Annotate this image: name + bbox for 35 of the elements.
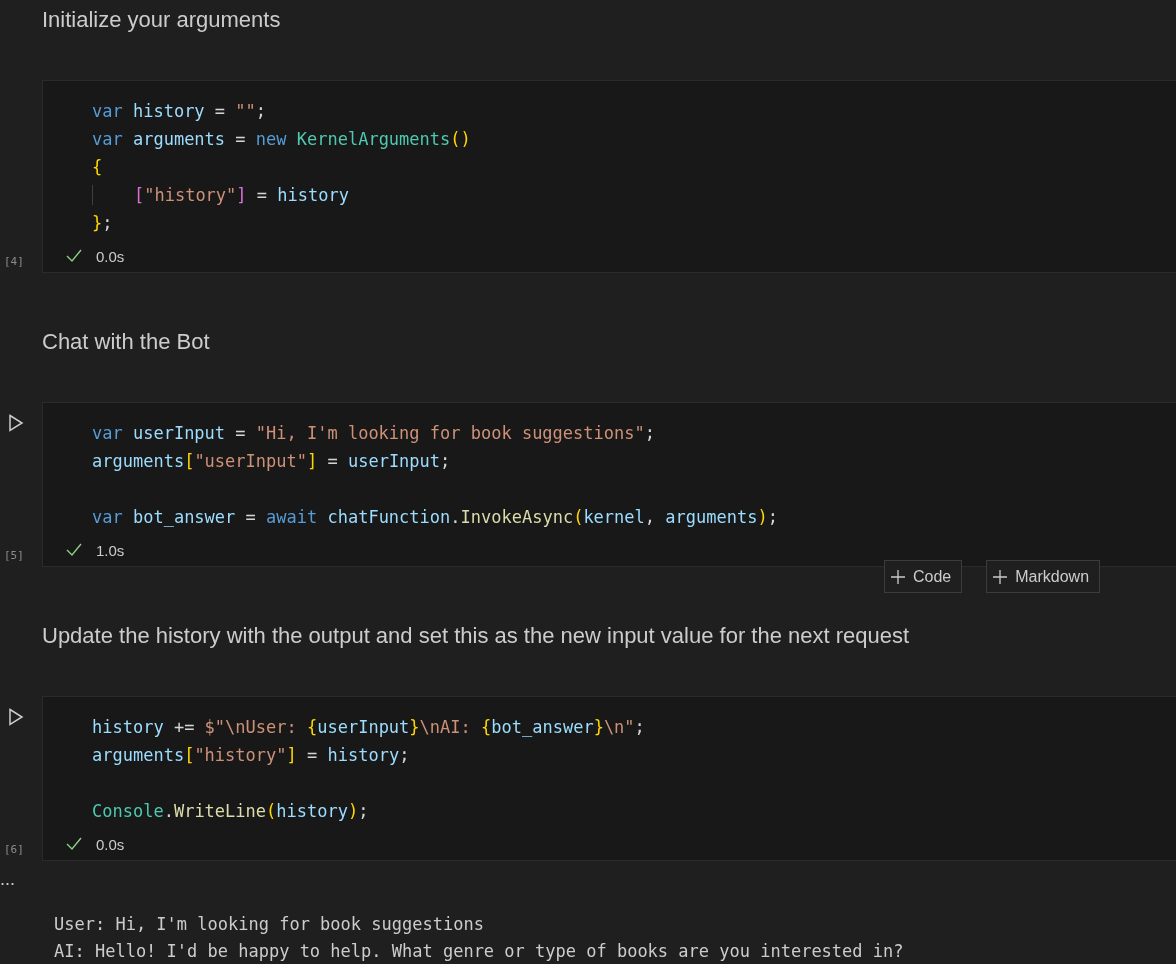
code-line: arguments["history"] = history;	[92, 744, 411, 767]
code-line: Console.WriteLine(history);	[92, 800, 370, 823]
output-menu[interactable]: ...	[0, 873, 15, 885]
markdown-text: Update the history with the output and set this as the new input value for the next request	[42, 622, 911, 650]
plus-icon	[891, 569, 905, 584]
code-line: history += $"\nUser: {userInput}\nAI: {bot_answer}\n";	[92, 716, 646, 739]
code-line: var userInput = "Hi, I'm looking for book suggestions";	[92, 422, 656, 445]
output-line: User: Hi, I'm looking for book suggestions	[54, 913, 485, 936]
output-line: AI: Hello! I'd be happy to help. What genre or type of books are you interested in?	[54, 940, 905, 963]
execution-time: 0.0s	[96, 247, 125, 265]
code-line: var history = "";	[92, 100, 268, 123]
run-icon[interactable]	[8, 414, 24, 432]
code-line: {	[92, 156, 104, 179]
add-cell-button[interactable]: Code	[884, 560, 963, 593]
add-cell-button[interactable]: Markdown	[986, 560, 1101, 593]
execution-time: 0.0s	[96, 835, 125, 853]
execution-count: [6]	[4, 843, 24, 856]
execution-count: [5]	[4, 549, 24, 562]
code-line: arguments["userInput"] = userInput;	[92, 450, 452, 473]
markdown-text: Initialize your arguments	[42, 6, 282, 34]
code-cell[interactable]: var userInput = "Hi, I'm looking for book suggestions"; arguments["userInput"] = userInput; var bot_answer = await chatFunction.InvokeAsync(kernel, arguments); 1.0s	[42, 402, 1176, 567]
checkmark-icon	[66, 543, 82, 557]
run-icon[interactable]	[8, 708, 24, 726]
code-line: var bot_answer = await chatFunction.InvokeAsync(kernel, arguments);	[92, 506, 779, 529]
execution-count: [4]	[4, 255, 24, 268]
markdown-text: Chat with the Bot	[42, 328, 211, 356]
code-line: ["history"] = history	[92, 181, 1176, 209]
execution-time: 1.0s	[96, 541, 125, 559]
code-cell[interactable]: var history = ""; var arguments = new KernelArguments() { ["history"] = history }; 0.0s	[42, 80, 1176, 273]
code-line: var arguments = new KernelArguments()	[92, 128, 472, 151]
code-cell[interactable]: history += $"\nUser: {userInput}\nAI: {bot_answer}\n"; arguments["history"] = history; Console.WriteLine(history); 0.0s	[42, 696, 1176, 861]
checkmark-icon	[66, 837, 82, 851]
plus-icon	[993, 569, 1008, 584]
code-line: };	[92, 212, 114, 235]
checkmark-icon	[66, 249, 82, 263]
